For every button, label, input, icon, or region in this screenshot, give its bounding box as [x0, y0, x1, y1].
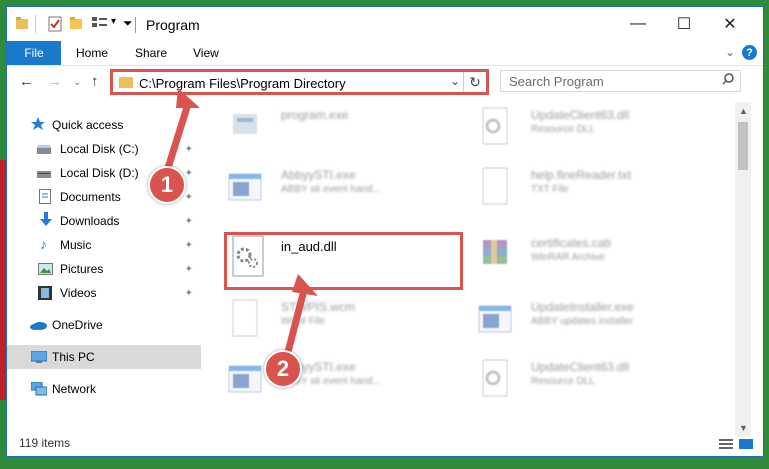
annotation-arrows: [164, 88, 318, 357]
step-1-marker: 1: [148, 166, 186, 204]
step-2-marker: 2: [264, 350, 302, 388]
